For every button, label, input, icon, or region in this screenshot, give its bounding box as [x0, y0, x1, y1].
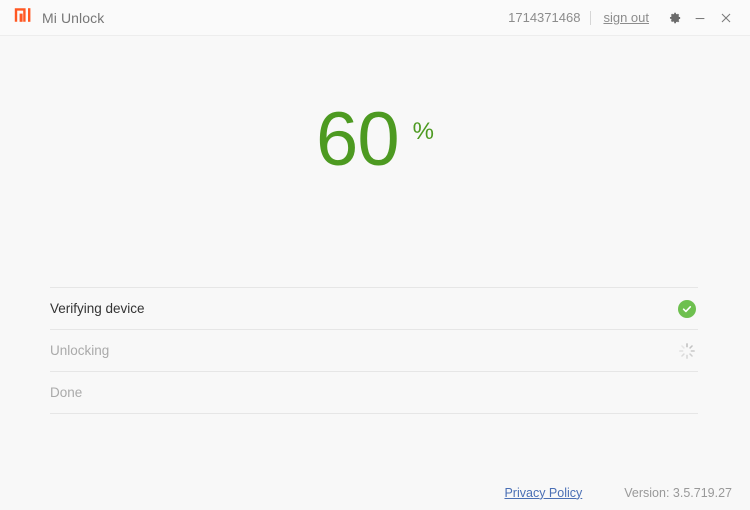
title-bar-controls: 1714371468 sign out: [508, 5, 739, 31]
version-label: Version: 3.5.719.27: [624, 485, 732, 500]
minimize-icon[interactable]: [687, 5, 713, 31]
account-id: 1714371468: [508, 10, 581, 25]
step-label: Verifying device: [50, 300, 145, 316]
mi-logo-icon: [14, 7, 34, 28]
table-row: Verifying device: [50, 288, 698, 330]
privacy-policy-link[interactable]: Privacy Policy: [504, 487, 582, 500]
progress-step-list: Verifying device Unlocking Done: [50, 287, 698, 414]
mi-unlock-window: Mi Unlock 1714371468 sign out 60 % Verif…: [0, 0, 750, 510]
table-row: Done: [50, 372, 698, 414]
step-status: [676, 298, 698, 320]
step-label: Done: [50, 384, 83, 400]
title-bar: Mi Unlock 1714371468 sign out: [0, 0, 750, 36]
gear-icon[interactable]: [661, 5, 687, 31]
close-icon[interactable]: [713, 5, 739, 31]
progress-value: 60: [316, 97, 400, 182]
progress-percentage: 60 %: [0, 100, 750, 180]
footer-bar: Privacy Policy Version: 3.5.719.27: [0, 476, 750, 510]
spinner-icon: [678, 342, 696, 360]
check-circle-icon: [678, 299, 696, 318]
progress-unit: %: [412, 118, 434, 145]
table-row: Unlocking: [50, 330, 698, 372]
sign-out-link[interactable]: sign out: [591, 11, 661, 24]
step-label: Unlocking: [50, 342, 110, 358]
step-status: [676, 382, 698, 404]
app-title: Mi Unlock: [42, 9, 105, 26]
app-branding: Mi Unlock: [14, 7, 104, 28]
step-status: [676, 340, 698, 362]
